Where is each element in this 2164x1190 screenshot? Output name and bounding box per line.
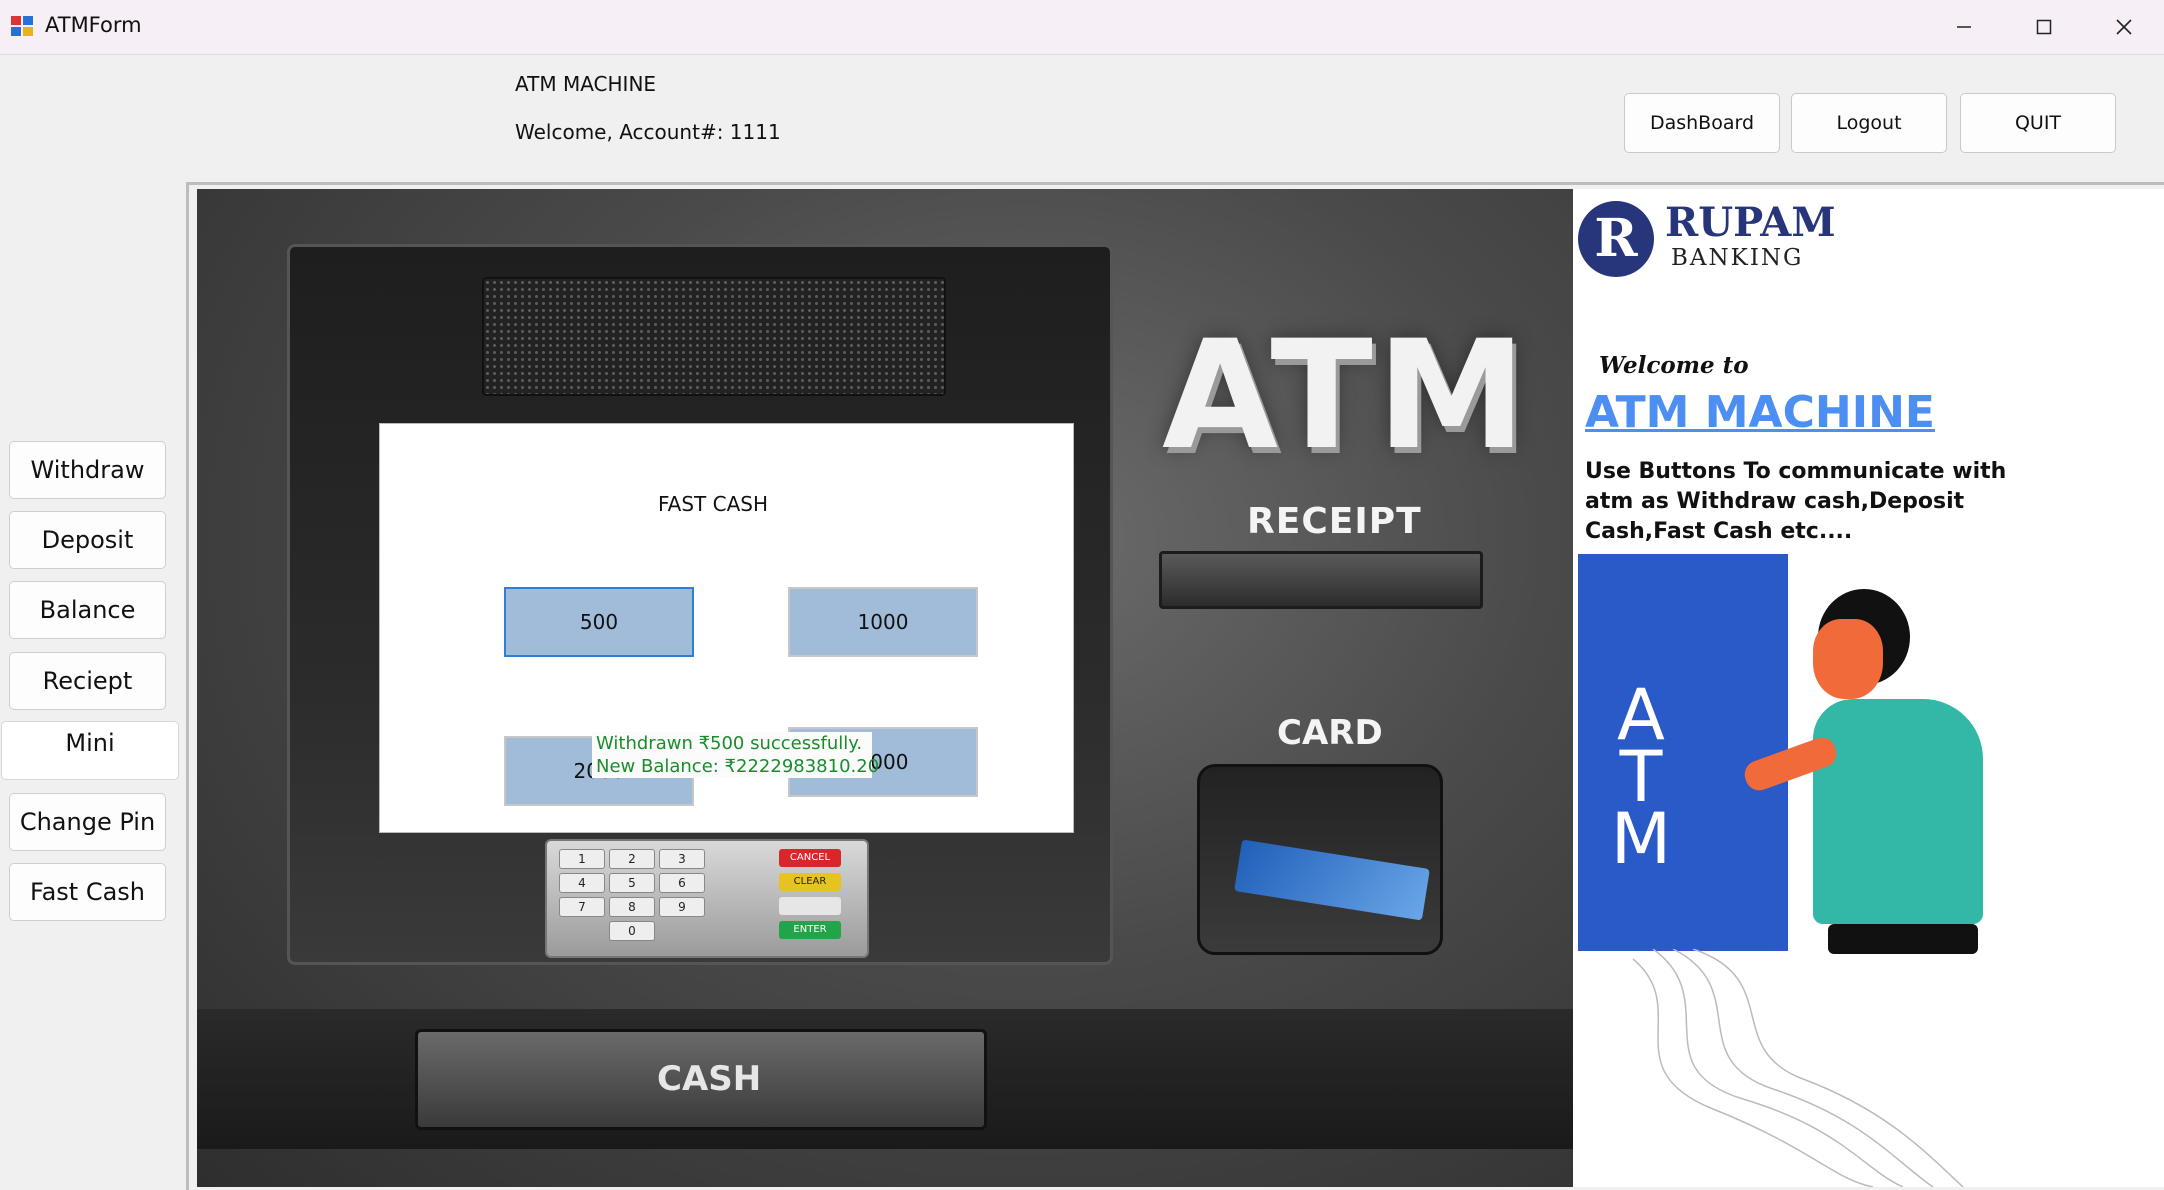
keypad-key: 9 [659, 897, 705, 917]
keypad-key: 1 [559, 849, 605, 869]
welcome-label: Welcome, Account#: 1111 [515, 120, 781, 144]
keypad-clear-key: CLEAR [779, 873, 841, 891]
app-icon [11, 16, 33, 36]
minimize-button[interactable] [1924, 0, 2004, 54]
keypad-key: 4 [559, 873, 605, 893]
sidebar-item-withdraw[interactable]: Withdraw [9, 441, 166, 499]
sidebar-item-change-pin[interactable]: Change Pin [9, 793, 166, 851]
brand-subtitle: BANKING [1671, 245, 1804, 271]
sidebar-item-deposit[interactable]: Deposit [9, 511, 166, 569]
keypad-cancel-key: CANCEL [779, 849, 841, 867]
keypad-key: 0 [609, 921, 655, 941]
amount-button-500[interactable]: 500 [504, 587, 694, 657]
sidebar-item-mini[interactable]: Mini [1, 721, 179, 780]
logout-button[interactable]: Logout [1791, 93, 1947, 153]
keypad-key: 8 [609, 897, 655, 917]
cash-label: CASH [657, 1059, 762, 1099]
maximize-button[interactable] [2004, 0, 2084, 54]
keypad-key: 6 [659, 873, 705, 893]
keypad: 1 2 3 4 5 6 7 8 9 0 CANCEL CLEAR ENTER [545, 839, 869, 958]
maximize-icon [2036, 19, 2052, 35]
status-message-line2: New Balance: ₹2222983810.20 [596, 756, 880, 777]
keypad-enter-key: ENTER [779, 921, 841, 939]
speaker-grille [482, 277, 946, 396]
person-face [1813, 619, 1883, 699]
status-message: Withdrawn ₹500 successfully. New Balance… [592, 732, 880, 778]
brand-name: RUPAM [1665, 199, 1836, 246]
amount-button-1000[interactable]: 1000 [788, 587, 978, 657]
keypad-key: 7 [559, 897, 605, 917]
person-illustration [1813, 699, 1983, 924]
close-button[interactable] [2084, 0, 2164, 54]
quit-button[interactable]: QUIT [1960, 93, 2116, 153]
dashboard-button[interactable]: DashBoard [1624, 93, 1780, 153]
receipt-label: RECEIPT [1247, 501, 1422, 542]
receipt-slot [1159, 551, 1483, 609]
sidebar-item-reciept[interactable]: Reciept [9, 652, 166, 710]
promo-body: Use Buttons To communicate with atm as W… [1585, 459, 2007, 544]
promo-heading: ATM MACHINE [1585, 387, 1935, 438]
atm-illustration-text: A T M [1610, 674, 1672, 880]
minimize-icon [1957, 26, 1971, 28]
wave-lines-decoration [1632, 949, 1964, 1187]
app-label: ATM MACHINE [515, 72, 657, 96]
title-bar: ATMForm [0, 0, 2164, 55]
keypad-key: 2 [609, 849, 655, 869]
sidebar-item-fast-cash[interactable]: Fast Cash [9, 863, 166, 921]
card-label: CARD [1277, 713, 1383, 753]
promo-panel: R RUPAM BANKING Welcome to ATM MACHINE U… [1573, 189, 2164, 1187]
keypad-key: 5 [609, 873, 655, 893]
atm-sign: ATM [1162, 309, 1531, 483]
brand-logo: R [1578, 201, 1654, 277]
sidebar-item-balance[interactable]: Balance [9, 581, 166, 639]
fast-cash-title: FAST CASH [658, 492, 768, 516]
keypad-key: 3 [659, 849, 705, 869]
close-icon [2116, 19, 2132, 35]
welcome-to-text: Welcome to [1599, 352, 1749, 379]
status-message-line1: Withdrawn ₹500 successfully. [596, 733, 863, 754]
keypad-blank-key [779, 897, 841, 915]
window-title: ATMForm [45, 13, 142, 37]
